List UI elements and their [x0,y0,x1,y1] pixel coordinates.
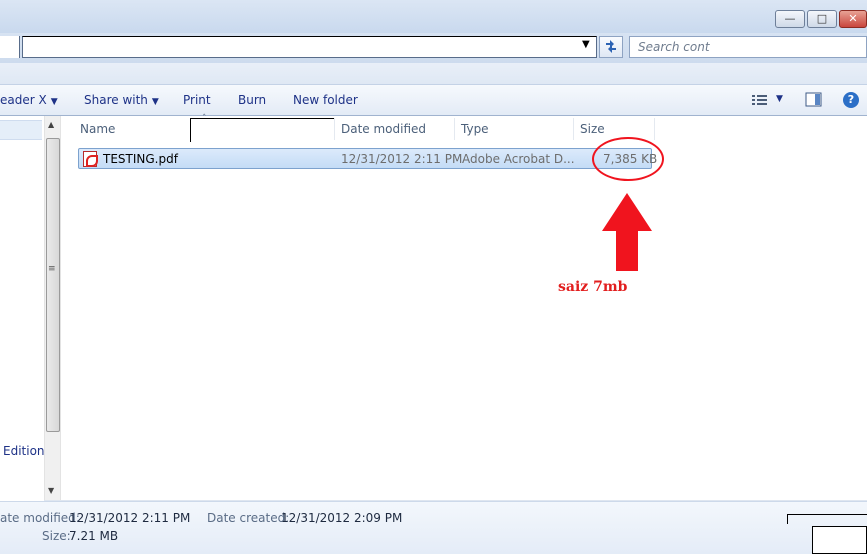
address-dropdown-icon[interactable]: ▼ [582,39,590,50]
column-header-size[interactable]: Size [580,122,605,136]
column-divider[interactable] [334,118,335,140]
nav-selected-item[interactable] [0,120,42,140]
annotation-text: saiz 7mb [558,279,628,295]
help-icon[interactable]: ? [843,92,859,108]
column-divider[interactable] [573,118,574,140]
share-with-button[interactable]: Share with ▼ [84,93,159,107]
file-list: Name ˆ Date modified Type Size TESTING.p… [62,114,867,500]
annotation-arrow-icon [602,193,652,271]
minimize-button[interactable]: — [775,10,805,28]
minimize-icon: — [784,12,796,25]
details-pane: ate modified: 12/31/2012 2:11 PM Date cr… [0,501,867,554]
address-bar[interactable] [22,36,597,58]
chevron-down-icon: ▼ [151,97,159,107]
column-header-name[interactable]: Name [80,122,115,136]
details-overlay-frame [787,514,867,524]
column-header-type[interactable]: Type [461,122,489,136]
rename-box[interactable] [190,118,334,142]
file-row[interactable]: TESTING.pdf 12/31/2012 2:11 PM Adobe Acr… [78,148,657,169]
refresh-icon [606,40,616,53]
pdf-icon [83,151,98,167]
details-size-value: 7.21 MB [69,529,119,543]
back-area[interactable] [0,36,20,58]
refresh-button[interactable] [599,36,623,58]
column-header-date-modified[interactable]: Date modified [341,122,426,136]
menu-strip [0,63,867,85]
file-date-modified: 12/31/2012 2:11 PM [341,152,463,166]
close-button[interactable]: ✕ [839,10,867,28]
details-overlay-box [812,526,867,554]
view-dropdown-icon[interactable]: ▼ [776,94,783,104]
close-icon: ✕ [848,12,858,25]
file-type: Adobe Acrobat D... [462,152,575,166]
open-with-button[interactable]: eader X ▼ [0,93,58,107]
print-button[interactable]: Print [183,93,211,107]
share-with-label: Share with [84,93,148,107]
details-size-label: Size: [42,529,71,543]
scroll-up-icon[interactable]: ▲ [48,120,54,129]
open-with-label: eader X [0,93,47,107]
details-date-created-value: 12/31/2012 2:09 PM [281,511,403,525]
chevron-down-icon: ▼ [50,97,58,107]
title-bar: — □ ✕ [0,0,867,33]
nav-scrollbar[interactable]: ▲ ≡ ▼ [44,116,61,500]
details-date-modified-value: 12/31/2012 2:11 PM [69,511,191,525]
navigation-pane: Edition [0,116,45,500]
column-divider[interactable] [454,118,455,140]
view-options-icon[interactable] [751,92,769,108]
search-input[interactable]: Search cont [629,36,867,58]
burn-button[interactable]: Burn [238,93,266,107]
scroll-grip-icon: ≡ [48,264,56,274]
address-row: ▼ Search cont [0,33,867,63]
scrollbar-thumb[interactable] [46,138,60,432]
sort-up-icon: ˆ [202,114,207,124]
scroll-down-icon[interactable]: ▼ [48,486,54,495]
file-name: TESTING.pdf [103,152,178,166]
command-bar: eader X ▼ Share with ▼ Print Burn New fold… [0,85,867,116]
nav-item-label[interactable]: Edition [3,444,45,458]
column-divider[interactable] [654,118,655,140]
preview-pane-icon[interactable] [805,92,823,108]
new-folder-button[interactable]: New folder [293,93,358,107]
maximize-icon: □ [816,12,828,25]
annotation-circle [592,137,664,181]
maximize-button[interactable]: □ [807,10,837,28]
details-date-modified-label: ate modified: [0,511,80,525]
details-date-created-label: Date created: [207,511,290,525]
